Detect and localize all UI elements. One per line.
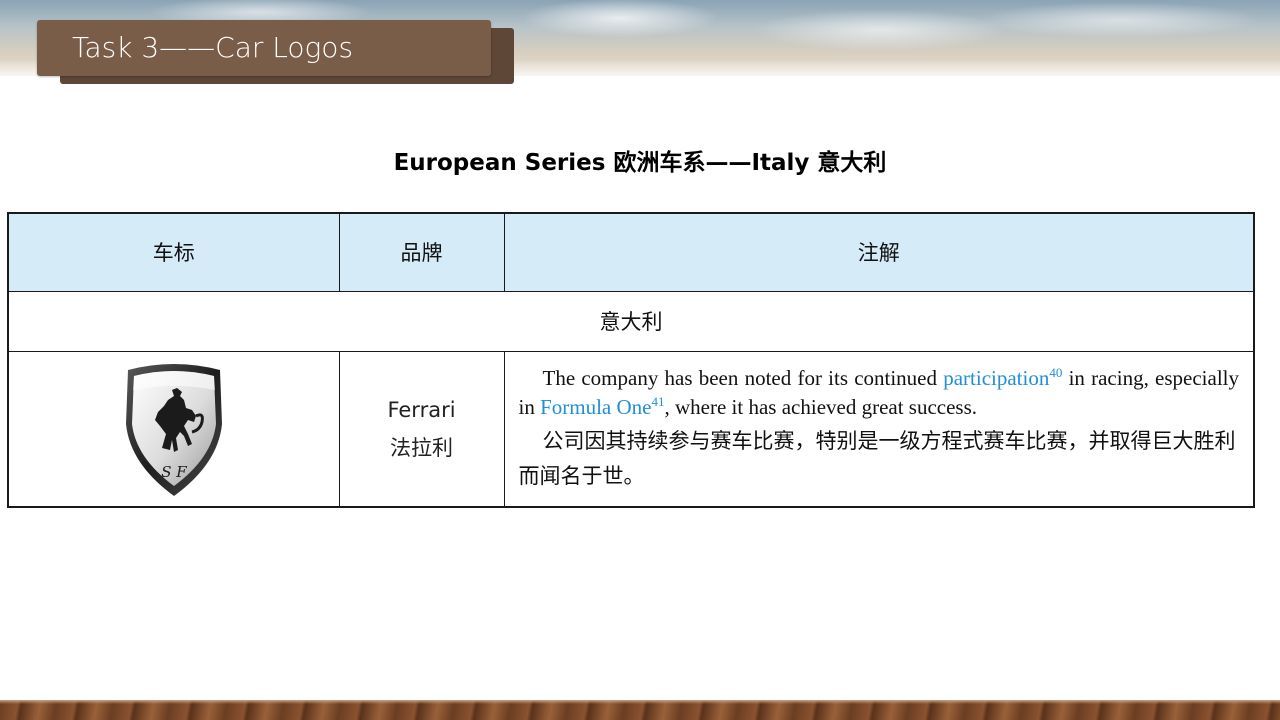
note-en-part3: , where it has achieved great success.: [664, 394, 978, 419]
header-logo: 车标: [7, 212, 340, 292]
logo-cell: S F: [7, 350, 340, 508]
brand-cell: Ferrari 法拉利: [338, 350, 505, 508]
footnote-ref-40: 40: [1049, 364, 1063, 380]
note-chinese: 公司因其持续参与赛车比赛，特别是一级方程式赛车比赛，并取得巨大胜利而闻名于世。: [518, 428, 1236, 488]
note-en-part1: The company has been noted for its conti…: [542, 365, 944, 390]
vocab-participation: participation: [943, 365, 1050, 390]
brand-name-en: Ferrari: [387, 397, 456, 422]
logo-initials: S F: [161, 463, 187, 481]
group-label-italy: 意大利: [7, 290, 1255, 352]
slide-title: Task 3——Car Logos: [72, 31, 354, 64]
header-notes: 注解: [503, 212, 1255, 292]
brand-name-zh: 法拉利: [390, 435, 453, 460]
slide-subtitle: European Series 欧洲车系——Italy 意大利: [393, 150, 887, 176]
footnote-ref-41: 41: [651, 393, 665, 409]
header-brand: 品牌: [338, 212, 505, 292]
table-group-row: 意大利: [7, 290, 1255, 352]
note-english: The company has been noted for its conti…: [519, 364, 1240, 422]
wood-floor-strip: [0, 700, 1280, 720]
vocab-formula-one: Formula One: [540, 394, 652, 419]
ferrari-shield-logo-icon: S F: [125, 363, 222, 496]
car-logo-table: 车标 品牌 注解 意大利 S F Ferrari 法拉利 The company…: [7, 212, 1255, 508]
notes-cell: The company has been noted for its conti…: [503, 350, 1255, 508]
table-row: S F Ferrari 法拉利 The company has been not…: [7, 350, 1255, 508]
table-header-row: 车标 品牌 注解: [7, 212, 1255, 292]
